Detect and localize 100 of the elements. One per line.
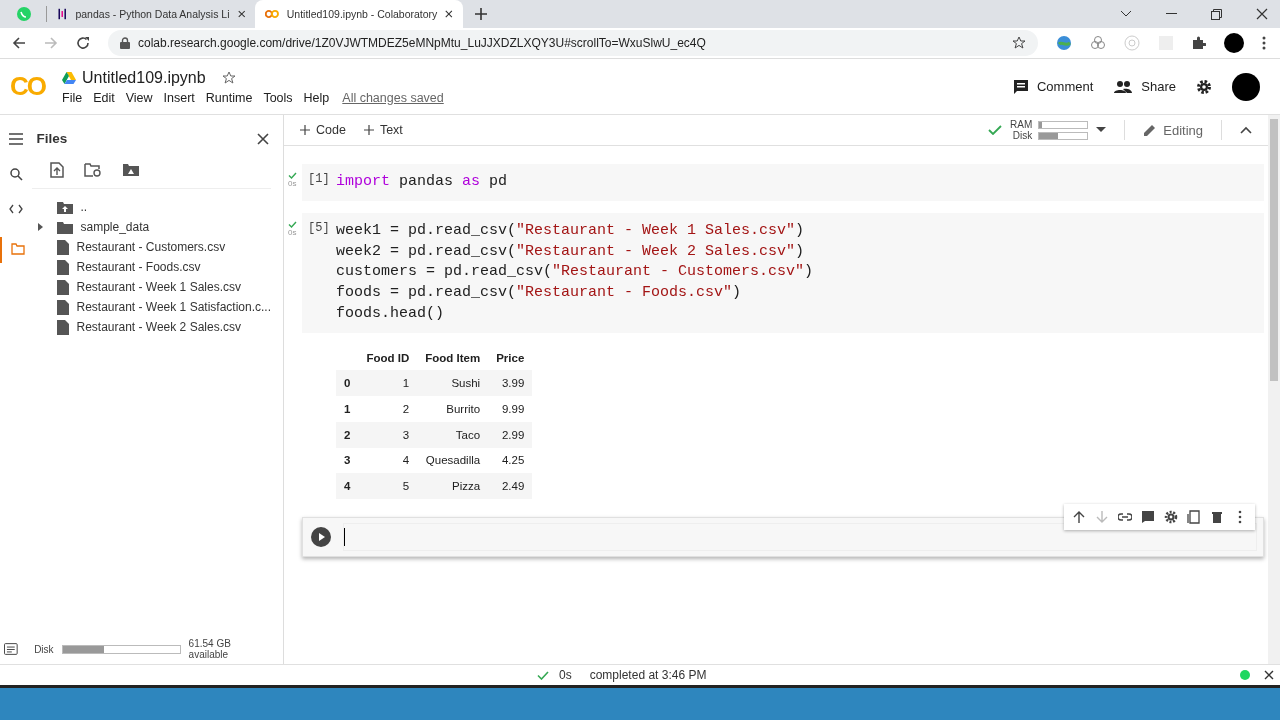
back-icon[interactable] [12, 36, 26, 50]
table-cell: 2.99 [488, 421, 533, 448]
table-cell: 3 [358, 421, 418, 448]
explorer-entry[interactable]: .. [80, 200, 88, 214]
check-icon [537, 670, 549, 680]
browser-tab[interactable]: Untitled109.ipynb - Colaboratory [255, 0, 463, 28]
scrollbar-thumb[interactable] [1270, 119, 1278, 381]
plus-icon [363, 125, 374, 135]
caret-icon[interactable] [38, 223, 45, 231]
extension-icon[interactable] [1090, 35, 1106, 51]
close-icon[interactable] [237, 9, 245, 19]
document-icon[interactable] [57, 259, 70, 275]
run-button[interactable] [311, 526, 331, 547]
terminal-icon[interactable] [4, 643, 19, 655]
document-icon[interactable] [57, 239, 70, 255]
run-time: 0s [288, 227, 297, 237]
star-icon[interactable] [221, 70, 236, 85]
menu-item[interactable]: Runtime [205, 90, 253, 105]
close-icon[interactable] [445, 9, 453, 19]
share-button[interactable]: Share [1113, 79, 1176, 94]
explorer-entry[interactable]: Restaurant - Week 2 Sales.csv [76, 320, 241, 334]
mirror-cell-icon[interactable] [1187, 509, 1201, 524]
minimize-icon[interactable] [1166, 13, 1177, 15]
close-icon[interactable] [1256, 8, 1268, 20]
add-cell-button[interactable]: Code [300, 123, 346, 137]
check-icon [288, 172, 297, 179]
row-index: 4 [336, 473, 359, 499]
menu-item[interactable]: View [125, 90, 153, 105]
star-icon[interactable] [1012, 36, 1026, 50]
drive-folder-icon[interactable] [122, 163, 141, 177]
more-icon[interactable] [1262, 36, 1266, 50]
browser-tab[interactable]: pandas - Python Data Analysis Li [47, 0, 255, 28]
notebook-title[interactable]: Untitled109.ipynb [82, 68, 206, 87]
reload-icon[interactable] [76, 36, 90, 50]
explorer-entry[interactable]: Restaurant - Foods.csv [76, 260, 201, 274]
plus-icon [300, 125, 310, 135]
panel-title: Files [36, 131, 68, 146]
table-cell: Burrito [417, 396, 489, 422]
avatar-icon[interactable] [1224, 33, 1244, 53]
check-icon [288, 220, 297, 228]
table-cell: 9.99 [488, 396, 533, 422]
table-cell: 3.99 [488, 370, 533, 397]
delete-icon[interactable] [1210, 509, 1224, 524]
connected-icon [1240, 670, 1250, 680]
table-cell: 1 [358, 370, 418, 397]
document-icon[interactable] [57, 299, 70, 315]
folder-icon[interactable] [57, 220, 74, 234]
caret-icon [1096, 127, 1107, 133]
run-time: 0s [288, 179, 297, 188]
row-index: 3 [336, 447, 359, 474]
menu-item[interactable]: Tools [263, 90, 293, 105]
menu-item[interactable]: File [62, 90, 83, 105]
close-icon[interactable] [1264, 670, 1274, 680]
search-icon[interactable] [9, 168, 23, 181]
folder-refresh-icon[interactable] [84, 163, 103, 177]
status-time: 0s [559, 668, 572, 682]
folder-up-icon[interactable] [57, 200, 74, 214]
menu-item[interactable]: Edit [93, 90, 115, 105]
arrow-up-icon[interactable] [1072, 509, 1086, 524]
explorer-entry[interactable]: sample_data [80, 220, 150, 234]
editing-mode-button[interactable]: Editing [1143, 122, 1203, 138]
check-icon [988, 125, 1002, 135]
explorer-entry[interactable]: Restaurant - Week 1 Sales.csv [76, 280, 241, 294]
document-icon[interactable] [57, 279, 70, 295]
globe-icon[interactable] [1056, 35, 1072, 51]
explorer-entry[interactable]: Restaurant - Week 1 Satisfaction.c... [76, 300, 271, 314]
chevron-down-icon[interactable] [1120, 10, 1132, 18]
restore-icon[interactable] [1211, 8, 1222, 20]
upload-icon[interactable] [50, 162, 65, 178]
explorer-entry[interactable]: Restaurant - Customers.csv [76, 240, 226, 254]
add-cell-button[interactable]: Text [363, 123, 403, 137]
drive-icon [62, 71, 76, 84]
settings-icon[interactable] [1164, 509, 1178, 524]
pencil-icon [1143, 123, 1158, 137]
menu-icon[interactable] [9, 133, 24, 145]
save-status-link[interactable]: All changes saved [342, 90, 444, 105]
code-editor[interactable]: import pandas as pd [336, 172, 1264, 193]
code-icon[interactable] [9, 204, 24, 214]
comment-button[interactable]: Comment [1012, 78, 1094, 95]
comment-icon[interactable] [1141, 509, 1155, 524]
address-field[interactable]: colab.research.google.com/drive/1Z0VJWTMDEZ5eMNpMtu_LuJJXDZLXQY3U#scrollTo=WxuSlwU_ec4Q [108, 30, 1038, 56]
puzzle-icon[interactable] [1192, 36, 1206, 50]
row-index: 1 [336, 396, 359, 422]
menu-item[interactable]: Insert [163, 90, 195, 105]
table-cell: 2 [358, 396, 418, 422]
document-icon[interactable] [57, 319, 70, 335]
chevron-up-icon[interactable] [1240, 126, 1252, 134]
table-cell: Taco [417, 421, 489, 448]
lock-icon [120, 37, 130, 49]
table-cell: Pizza [417, 473, 489, 499]
code-editor[interactable]: week1 = pd.read_csv("Restaurant - Week 1 Sales.csv") week2 = pd.read_csv("Restaurant - Week 2 Sales.csv") customers = pd.read_csv("Restaurant - Customers.csv") foods = pd.read_csv("Restaurant - Foods.csv") foods.head() [336, 220, 1264, 325]
menu-item[interactable]: Help [303, 90, 330, 105]
resources-button[interactable]: RAM Disk [988, 119, 1107, 141]
new-tab-icon[interactable] [475, 8, 487, 20]
execution-count: [1] [307, 172, 331, 188]
avatar-icon[interactable] [1232, 72, 1260, 101]
chat-icon [16, 6, 32, 22]
close-icon[interactable] [257, 132, 269, 145]
settings-icon[interactable] [1196, 78, 1212, 95]
table-cell: 4 [358, 447, 418, 474]
